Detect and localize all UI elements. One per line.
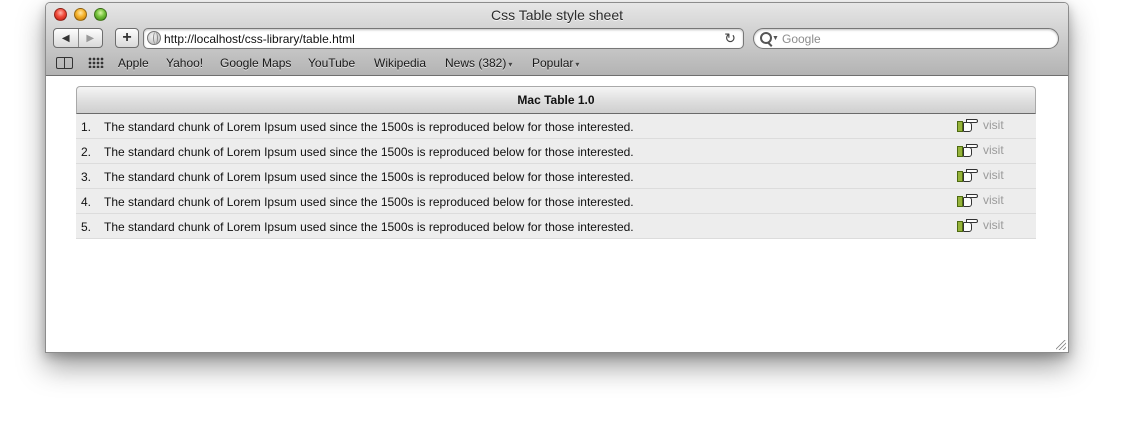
bookmark-news-label: News (382): [445, 56, 507, 70]
pointing-hand-icon: [957, 117, 979, 133]
bookmark-wikipedia[interactable]: Wikipedia: [374, 56, 426, 70]
search-icon[interactable]: [760, 32, 772, 44]
visit-link-label[interactable]: visit: [983, 193, 1004, 207]
bookmark-popular-label: Popular: [532, 56, 574, 70]
forward-button[interactable]: ▶: [77, 29, 103, 47]
pointing-hand-icon: [957, 142, 979, 158]
navigation-buttons: ◀ ▶: [53, 28, 103, 48]
visit-link-label[interactable]: visit: [983, 168, 1004, 182]
pointing-hand-icon: [957, 217, 979, 233]
grid-icon[interactable]: [88, 57, 104, 68]
row-text: The standard chunk of Lorem Ipsum used s…: [104, 120, 634, 134]
open-book-icon[interactable]: [56, 57, 73, 69]
search-options-caret-icon[interactable]: ▼: [772, 35, 779, 42]
dropdown-arrow-icon: ▾: [575, 60, 580, 69]
browser-toolbar: Css Table style sheet ◀ ▶ + http://local…: [46, 3, 1068, 76]
row-number: 1.: [81, 120, 92, 134]
bookmarks-bar: Apple Yahoo! Google Maps YouTube Wikiped…: [46, 54, 1068, 72]
visit-link-label[interactable]: visit: [983, 143, 1004, 157]
url-text[interactable]: http://localhost/css-library/table.html: [164, 32, 355, 46]
bookmark-yahoo[interactable]: Yahoo!: [166, 56, 203, 70]
table-row: 2. The standard chunk of Lorem Ipsum use…: [76, 139, 1036, 164]
row-text: The standard chunk of Lorem Ipsum used s…: [104, 145, 634, 159]
mac-table: Mac Table 1.0 1. The standard chunk of L…: [76, 86, 1036, 239]
visit-link-label[interactable]: visit: [983, 218, 1004, 232]
row-text: The standard chunk of Lorem Ipsum used s…: [104, 220, 634, 234]
row-number: 2.: [81, 145, 92, 159]
visit-link[interactable]: visit: [957, 117, 1004, 133]
browser-window: Css Table style sheet ◀ ▶ + http://local…: [45, 2, 1069, 353]
reload-icon[interactable]: ↻: [724, 30, 736, 47]
row-text: The standard chunk of Lorem Ipsum used s…: [104, 170, 634, 184]
dropdown-arrow-icon: ▾: [508, 60, 513, 69]
bookmark-news[interactable]: News (382) ▾: [445, 56, 512, 70]
globe-icon: [147, 31, 161, 45]
pointing-hand-icon: [957, 167, 979, 183]
bookmark-youtube[interactable]: YouTube: [308, 56, 355, 70]
page-content: Mac Table 1.0 1. The standard chunk of L…: [46, 76, 1068, 352]
table-row: 3. The standard chunk of Lorem Ipsum use…: [76, 164, 1036, 189]
search-field[interactable]: ▼ Google: [753, 28, 1059, 49]
table-row: 1. The standard chunk of Lorem Ipsum use…: [76, 114, 1036, 139]
back-button[interactable]: ◀: [54, 29, 78, 47]
window-title: Css Table style sheet: [490, 7, 624, 23]
bookmark-google-maps[interactable]: Google Maps: [220, 56, 291, 70]
table-row: 5. The standard chunk of Lorem Ipsum use…: [76, 214, 1036, 239]
address-bar[interactable]: http://localhost/css-library/table.html …: [143, 28, 744, 49]
visit-link[interactable]: visit: [957, 142, 1004, 158]
table-title: Mac Table 1.0: [76, 86, 1036, 114]
table-row: 4. The standard chunk of Lorem Ipsum use…: [76, 189, 1036, 214]
search-placeholder[interactable]: Google: [782, 32, 821, 46]
row-number: 4.: [81, 195, 92, 209]
row-number: 3.: [81, 170, 92, 184]
pointing-hand-icon: [957, 192, 979, 208]
row-text: The standard chunk of Lorem Ipsum used s…: [104, 195, 634, 209]
bookmark-apple[interactable]: Apple: [118, 56, 149, 70]
visit-link[interactable]: visit: [957, 167, 1004, 183]
bookmark-popular[interactable]: Popular ▾: [532, 56, 579, 70]
add-bookmark-button[interactable]: +: [115, 28, 139, 48]
visit-link[interactable]: visit: [957, 192, 1004, 208]
visit-link-label[interactable]: visit: [983, 118, 1004, 132]
row-number: 5.: [81, 220, 92, 234]
resize-grip[interactable]: [1056, 340, 1066, 350]
visit-link[interactable]: visit: [957, 217, 1004, 233]
